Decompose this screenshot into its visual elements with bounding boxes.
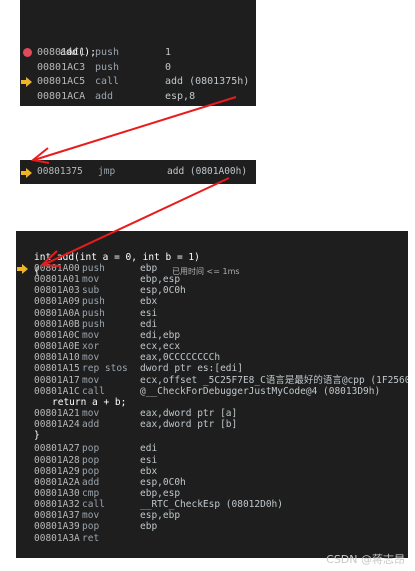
annotation-arrow-1 [33, 96, 237, 161]
annotation-arrow-2 [42, 177, 230, 266]
annotation-arrows [30, 96, 237, 267]
